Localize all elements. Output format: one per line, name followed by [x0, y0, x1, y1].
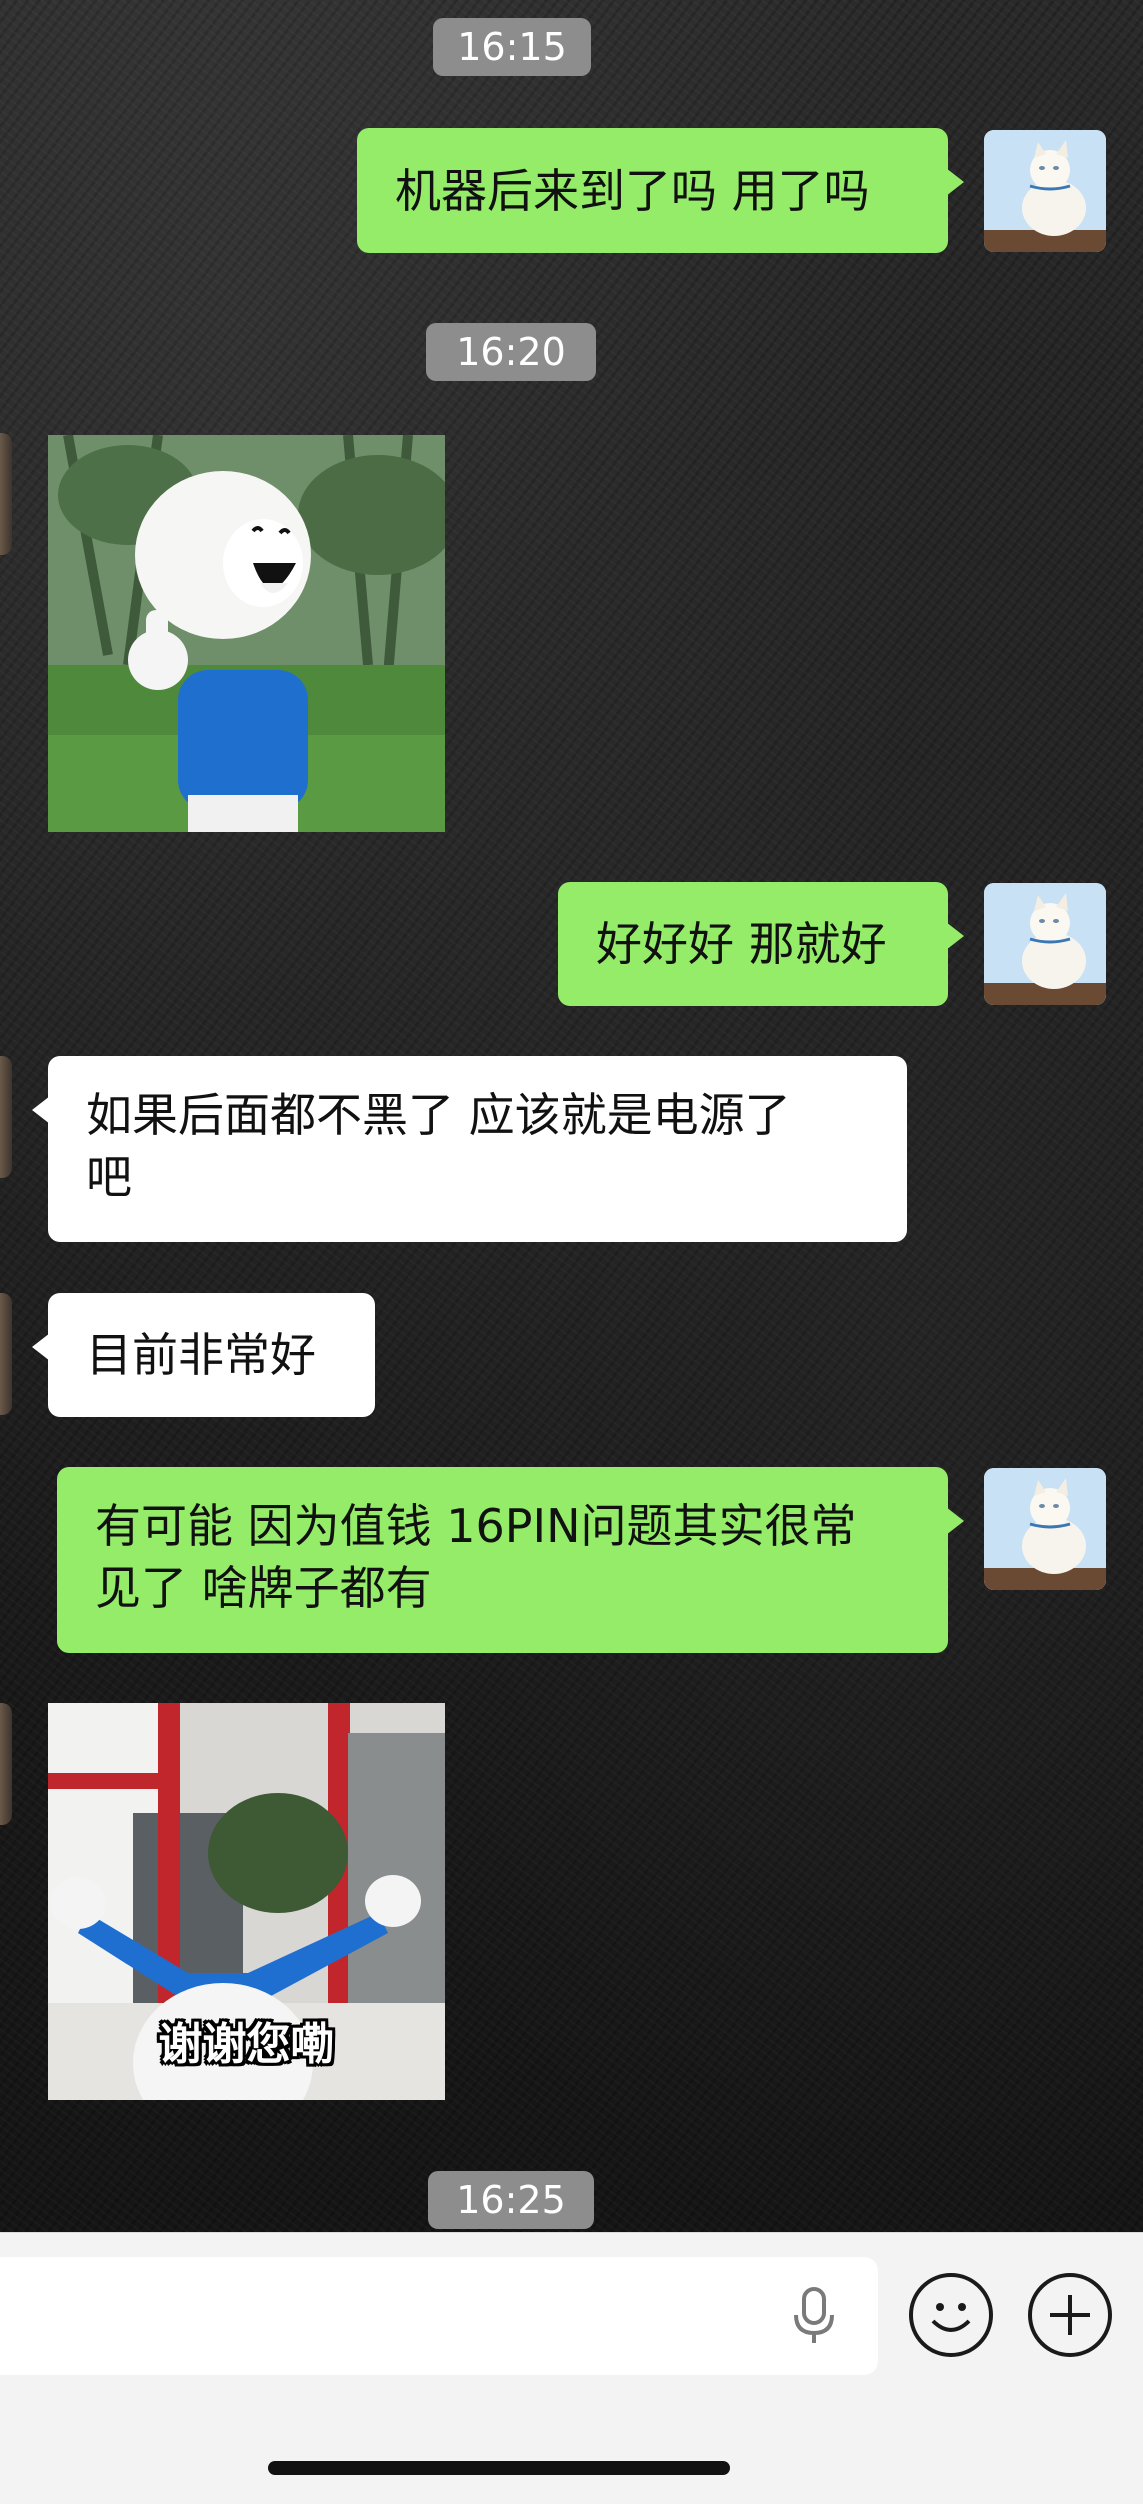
message-text: 机器后来到了吗 用了吗: [395, 164, 870, 218]
my-avatar[interactable]: [984, 1468, 1106, 1590]
message-bubble-incoming[interactable]: 如果后面都不黑了 应该就是电源了 吧: [32, 1056, 907, 1242]
my-avatar[interactable]: [984, 883, 1106, 1005]
message-text-line: 吧: [86, 1150, 132, 1204]
contact-avatar[interactable]: [0, 1056, 12, 1178]
message-bubble-outgoing[interactable]: 好好好 那就好: [558, 882, 964, 1006]
more-button[interactable]: [1028, 2273, 1112, 2357]
emoji-button[interactable]: [909, 2273, 993, 2357]
message-input[interactable]: [0, 2257, 878, 2375]
contact-avatar[interactable]: [0, 1293, 12, 1415]
message-bubble-incoming[interactable]: 目前非常好: [32, 1293, 375, 1417]
sticker-image[interactable]: 谢谢您嘞: [48, 1703, 445, 2100]
sticker-image[interactable]: [48, 435, 445, 832]
message-text: 好好好 那就好: [596, 917, 887, 971]
message-bubble-outgoing[interactable]: 有可能 因为值钱 16PIN问题其实很常 见了 啥牌子都有: [57, 1467, 964, 1653]
message-text: 目前非常好: [86, 1328, 316, 1382]
plus-icon: [1050, 2295, 1090, 2335]
chat-area[interactable]: 16:15 机器后来到了吗 用了吗 16:20 好好好 那就好 如果后面都不黑了…: [0, 0, 1143, 2232]
sticker-caption: 谢谢您嘞: [158, 2019, 335, 2070]
thumbs-up-mascot-icon: [48, 435, 445, 832]
message-text-line: 见了 啥牌子都有: [95, 1561, 432, 1615]
home-indicator[interactable]: [268, 2461, 730, 2475]
microphone-icon[interactable]: [788, 2285, 840, 2347]
smiley-icon: [931, 2303, 971, 2332]
timestamp: 16:25: [428, 2171, 594, 2229]
contact-avatar[interactable]: [0, 433, 12, 555]
message-bubble-outgoing[interactable]: 机器后来到了吗 用了吗: [357, 128, 964, 253]
timestamp: 16:20: [426, 323, 596, 381]
message-text-line: 有可能 因为值钱 16PIN问题其实很常: [95, 1499, 857, 1553]
my-avatar[interactable]: [984, 130, 1106, 252]
message-text-line: 如果后面都不黑了 应该就是电源了: [86, 1088, 791, 1142]
timestamp: 16:15: [433, 18, 591, 76]
contact-avatar[interactable]: [0, 1703, 12, 1825]
